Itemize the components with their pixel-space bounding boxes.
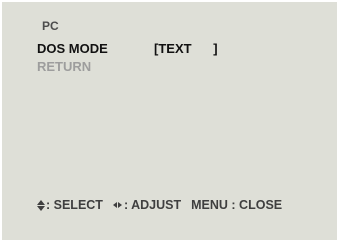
- footer-hints: : SELECT : ADJUST MENU : CLOSE: [37, 198, 282, 212]
- menu-close-hint: MENU : CLOSE: [191, 198, 283, 212]
- up-down-arrows-icon: [37, 199, 45, 211]
- menu-item-return[interactable]: RETURN: [37, 59, 91, 74]
- select-hint: : SELECT: [46, 198, 103, 212]
- menu-item-dos-mode[interactable]: DOS MODE: [37, 41, 108, 56]
- menu-title: PC: [42, 19, 59, 33]
- return-label: RETURN: [37, 59, 92, 74]
- dos-mode-label: DOS MODE: [37, 41, 108, 56]
- right-bracket: ]: [191, 41, 218, 56]
- left-right-arrows-icon: [112, 202, 122, 208]
- osd-menu-panel: PC DOS MODE [TEXT ] RETURN : SELECT : AD…: [2, 2, 337, 240]
- dos-mode-value: TEXT: [158, 41, 192, 56]
- adjust-hint: : ADJUST: [123, 198, 182, 212]
- dos-mode-value-selector[interactable]: [TEXT ]: [154, 41, 218, 56]
